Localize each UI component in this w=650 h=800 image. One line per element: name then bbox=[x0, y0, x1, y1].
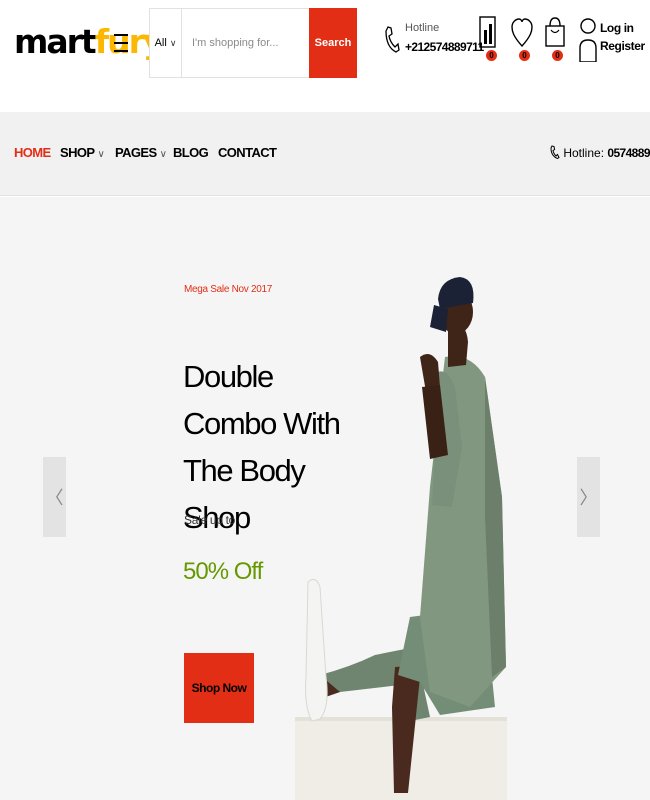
banner-sale-label: Sale up to bbox=[184, 513, 236, 527]
nav-item-shop[interactable]: SHOP ∨ bbox=[60, 145, 105, 160]
chevron-left-icon: 〈 bbox=[45, 488, 64, 508]
hotline-number[interactable]: +212574889711 bbox=[405, 40, 484, 54]
slider-next-button[interactable]: 〉 bbox=[577, 457, 600, 537]
header-hotline: Hotline +212574889711 bbox=[384, 18, 484, 70]
bag-icon bbox=[545, 17, 565, 47]
search-category-select[interactable]: All ∨ bbox=[150, 9, 182, 77]
account-link[interactable]: Log in Register bbox=[579, 18, 645, 70]
login-link[interactable]: Log in bbox=[600, 21, 634, 35]
nav-item-label: BLOG bbox=[173, 145, 209, 160]
nav-item-blog[interactable]: BLOG bbox=[173, 145, 209, 160]
hotline-label: Hotline bbox=[405, 22, 440, 34]
main-navigation: HOME SHOP ∨ PAGES ∨ BLOG CONTACT Hotline: … bbox=[0, 112, 650, 196]
cart-count-badge: 0 bbox=[552, 50, 563, 61]
nav-item-label: HOME bbox=[14, 145, 51, 160]
shop-now-button[interactable]: Shop Now bbox=[184, 653, 254, 723]
nav-hotline-label: Hotline: bbox=[563, 146, 605, 160]
banner-promo-text: Mega Sale Nov 2017 bbox=[184, 284, 272, 295]
compare-count-badge: 0 bbox=[486, 50, 497, 61]
register-link[interactable]: Register bbox=[600, 39, 645, 53]
nav-hotline-number[interactable]: 0574889711 bbox=[607, 146, 650, 160]
chevron-down-icon: ∨ bbox=[159, 149, 167, 160]
search-form: All ∨ Search bbox=[149, 8, 357, 78]
compare-icon bbox=[479, 16, 496, 48]
search-button[interactable]: Search bbox=[309, 8, 357, 78]
chevron-right-icon: 〉 bbox=[579, 488, 598, 508]
wishlist-count-badge: 0 bbox=[519, 50, 530, 61]
wishlist-link[interactable]: 0 bbox=[511, 16, 537, 64]
chevron-down-icon: ∨ bbox=[169, 37, 177, 48]
nav-item-label: CONTACT bbox=[218, 145, 277, 160]
heart-icon bbox=[511, 18, 533, 48]
phone-icon bbox=[385, 26, 400, 53]
nav-item-pages[interactable]: PAGES ∨ bbox=[115, 145, 167, 160]
banner-sale-value: 50% Off bbox=[183, 558, 263, 585]
nav-item-home[interactable]: HOME bbox=[14, 145, 51, 160]
banner-title-line: Double Combo With bbox=[183, 359, 341, 441]
site-logo[interactable]: martfury bbox=[14, 22, 164, 62]
user-icon bbox=[579, 18, 597, 62]
logo-part-mart: mart bbox=[14, 22, 97, 61]
hero-banner: Mega Sale Nov 2017 Double Combo With The… bbox=[0, 197, 650, 800]
nav-hotline: Hotline: 0574889711 bbox=[550, 145, 650, 160]
nav-item-label: SHOP bbox=[60, 145, 95, 160]
search-input[interactable] bbox=[183, 9, 309, 77]
cart-link[interactable]: 0 bbox=[544, 16, 570, 64]
slider-prev-button[interactable]: 〈 bbox=[43, 457, 66, 537]
phone-icon bbox=[550, 145, 560, 160]
search-category-label: All bbox=[154, 37, 167, 49]
menu-icon[interactable] bbox=[114, 31, 130, 57]
compare-link[interactable]: 0 bbox=[478, 16, 504, 64]
chevron-down-icon: ∨ bbox=[97, 149, 105, 160]
site-header: martfury All ∨ Search Hotline +212574889… bbox=[0, 0, 650, 112]
nav-item-contact[interactable]: CONTACT bbox=[218, 145, 277, 160]
nav-item-label: PAGES bbox=[115, 145, 157, 160]
